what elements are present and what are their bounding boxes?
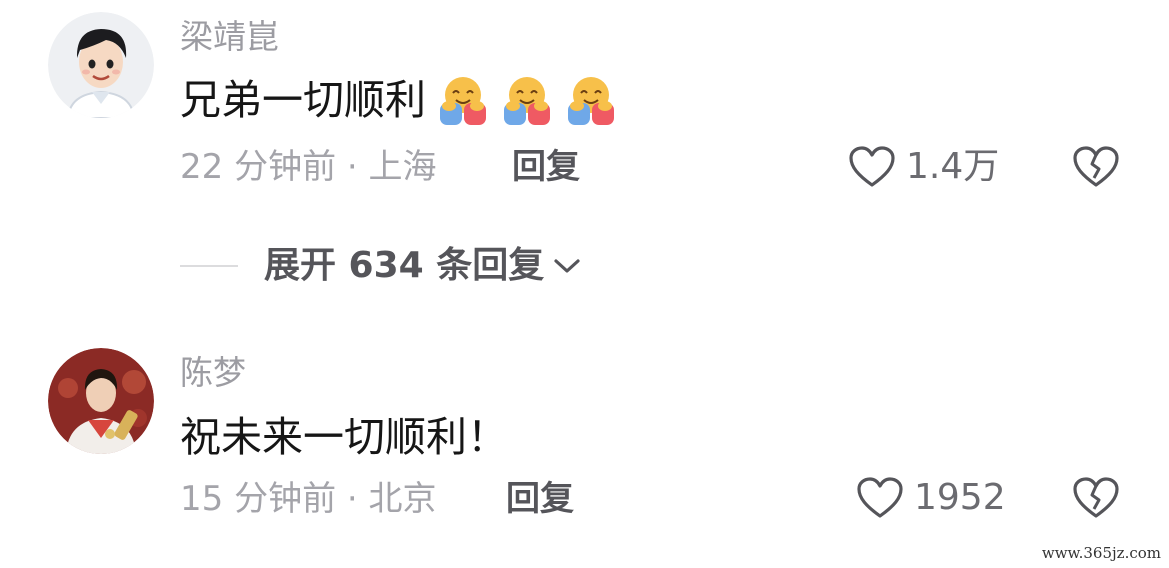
divider-line [180, 265, 238, 267]
comment-username[interactable]: 梁靖崑 [180, 20, 279, 53]
like-button[interactable]: 1.4万 [848, 145, 999, 189]
heart-icon [857, 477, 903, 518]
comment-text-content: 兄弟一切顺利 [180, 75, 426, 124]
dislike-button[interactable] [1072, 476, 1120, 524]
hugging-face-icon [500, 73, 554, 127]
avatar-illustration-icon [48, 12, 154, 118]
reply-button[interactable]: 回复 [506, 482, 574, 516]
chevron-down-icon [554, 259, 580, 273]
like-count: 1.4万 [906, 146, 1000, 187]
hugging-face-icon [564, 73, 618, 127]
broken-heart-icon [1073, 477, 1119, 518]
expand-replies-label: 展开 634 条回复 [264, 245, 545, 286]
hugging-face-icon [436, 73, 490, 127]
broken-heart-icon [1073, 146, 1119, 187]
reply-button[interactable]: 回复 [512, 150, 580, 184]
dislike-button[interactable] [1072, 145, 1120, 193]
comment-text: 兄弟一切顺利 [180, 72, 618, 128]
avatar-photo-icon [48, 348, 154, 454]
comment-text-content: 祝未来一切顺利！ [180, 412, 508, 461]
comment-time-location: 15 分钟前 · 北京 [180, 479, 437, 519]
watermark: www.365jz.com [1041, 544, 1161, 562]
comment-text: 祝未来一切顺利！ [180, 412, 508, 462]
avatar[interactable] [48, 12, 154, 118]
heart-icon [849, 146, 895, 187]
avatar[interactable] [48, 348, 154, 454]
like-count: 1952 [914, 477, 1006, 518]
expand-replies-button[interactable]: 展开 634 条回复 [180, 248, 582, 284]
comment-username[interactable]: 陈梦 [180, 356, 246, 389]
comment-time-location: 22 分钟前 · 上海 [180, 147, 437, 187]
like-button[interactable]: 1952 [856, 476, 1006, 520]
